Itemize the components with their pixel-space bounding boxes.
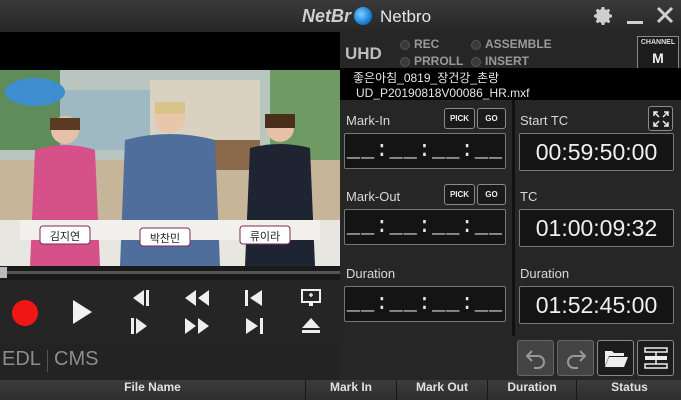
mark-out-go-button[interactable]: GO: [477, 184, 506, 205]
folder-open-icon: [604, 351, 628, 367]
next-frame-icon[interactable]: [128, 316, 152, 336]
play-icon[interactable]: [68, 297, 96, 327]
duration-field[interactable]: __:__:__:__: [344, 286, 506, 322]
panel-divider: [512, 100, 515, 336]
rec-indicator: REC: [414, 37, 440, 51]
mark-out-label: Mark-Out: [346, 189, 401, 204]
mark-in-field[interactable]: __:__:__:__: [344, 133, 506, 169]
app-logo-icon: [354, 7, 372, 25]
go-to-end-icon[interactable]: [242, 316, 266, 336]
start-tc-display: 00:59:50:00: [519, 133, 674, 171]
open-folder-button[interactable]: [597, 340, 634, 376]
column-duration[interactable]: Duration: [487, 380, 576, 400]
duration-label: Duration: [346, 266, 396, 281]
video-preview[interactable]: 김지연 박찬민 류이라: [0, 70, 340, 266]
assemble-indicator: ASSEMBLE: [485, 37, 552, 51]
mark-out-field[interactable]: __:__:__:__: [344, 209, 506, 245]
seek-bar[interactable]: [0, 266, 340, 280]
column-status[interactable]: Status: [576, 380, 681, 400]
channel-value: M: [652, 50, 664, 66]
tab-divider: [47, 350, 48, 372]
tab-edl[interactable]: EDL: [2, 348, 41, 371]
assemble-indicator-light: [471, 40, 481, 50]
redo-icon: [566, 350, 586, 369]
mark-in-pick-button[interactable]: PICK: [444, 108, 475, 129]
record-icon[interactable]: [10, 298, 40, 328]
channel-label: CHANNEL: [640, 39, 676, 46]
transport-controls: [0, 280, 340, 342]
seek-handle[interactable]: [0, 267, 7, 278]
table-header: File Name Mark In Mark Out Duration Stat…: [0, 380, 681, 400]
column-file-name[interactable]: File Name: [0, 380, 305, 400]
mark-in-go-button[interactable]: GO: [477, 108, 506, 129]
format-label: UHD: [345, 44, 382, 63]
insert-indicator-light: [471, 57, 481, 67]
tc-display: 01:00:09:32: [519, 209, 674, 247]
proll-indicator: PRROLL: [414, 54, 464, 68]
name-tag-1: 김지연: [50, 230, 80, 243]
go-to-start-icon[interactable]: [242, 288, 266, 308]
mark-out-pick-button[interactable]: PICK: [444, 184, 475, 205]
total-duration-display: 01:52:45:00: [519, 286, 674, 324]
start-tc-label: Start TC: [520, 113, 569, 128]
fast-forward-icon[interactable]: [182, 316, 212, 336]
name-tag-3: 류이라: [250, 230, 280, 243]
gear-icon[interactable]: [591, 4, 615, 32]
file-name: UD_P20190818V00086_HR.mxf: [356, 86, 530, 100]
insert-indicator: INSERT: [485, 54, 530, 68]
column-mark-out[interactable]: Mark Out: [396, 380, 487, 400]
prev-frame-icon[interactable]: [128, 288, 152, 308]
edit-list-button[interactable]: [637, 340, 674, 376]
eject-icon[interactable]: [299, 316, 323, 336]
app-logo-text: NetBr: [302, 6, 352, 26]
close-icon[interactable]: [656, 5, 674, 29]
tc-label: TC: [520, 189, 538, 204]
tab-cms[interactable]: CMS: [54, 348, 98, 371]
file-title: 좋은아침_0819_장건강_촌랑: [353, 71, 500, 85]
edit-list-icon: [643, 347, 668, 369]
minimize-icon[interactable]: [626, 6, 644, 30]
app-title: Netbro: [380, 7, 432, 26]
column-mark-in[interactable]: Mark In: [305, 380, 396, 400]
proll-indicator-light: [400, 57, 410, 67]
undo-button[interactable]: [517, 340, 554, 376]
monitor-icon[interactable]: [299, 288, 323, 308]
seek-track[interactable]: [0, 271, 340, 274]
video-header: [0, 32, 340, 70]
tab-bar: EDL CMS: [0, 342, 340, 378]
channel-selector[interactable]: CHANNEL M: [637, 36, 679, 70]
undo-icon: [525, 350, 545, 369]
total-duration-label: Duration: [520, 266, 570, 281]
rewind-icon[interactable]: [182, 288, 212, 308]
redo-button[interactable]: [557, 340, 594, 376]
fullscreen-button[interactable]: [648, 106, 673, 131]
name-tag-2: 박찬민: [150, 231, 180, 245]
mark-in-label: Mark-In: [346, 113, 391, 128]
expand-icon: [652, 110, 669, 127]
file-info: 좋은아침_0819_장건강_촌랑 UD_P20190818V00086_HR.m…: [340, 68, 681, 100]
rec-indicator-light: [400, 40, 410, 50]
